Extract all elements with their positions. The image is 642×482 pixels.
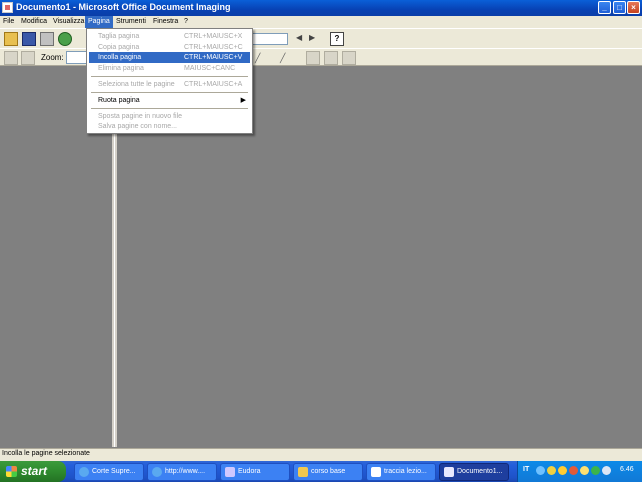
zoom-select[interactable] bbox=[66, 51, 88, 64]
menu-item-incolla-pagina[interactable]: Incolla pagina CTRL+MAIUSC+V bbox=[89, 52, 250, 63]
menu-strumenti[interactable]: Strumenti bbox=[113, 16, 149, 28]
comment-icon[interactable] bbox=[324, 51, 338, 65]
system-tray: IT 6.46 bbox=[517, 461, 642, 482]
window-title: Documento1 - Microsoft Office Document I… bbox=[16, 2, 231, 12]
text-box-icon[interactable] bbox=[306, 51, 320, 65]
zoom-label: Zoom: bbox=[41, 53, 64, 62]
menu-help[interactable]: ? bbox=[181, 16, 191, 28]
smiley-tray-icon[interactable] bbox=[558, 466, 567, 475]
menu-separator bbox=[91, 92, 248, 93]
maximize-button[interactable]: □ bbox=[613, 1, 626, 14]
pagina-dropdown-menu: Taglia pagina CTRL+MAIUSC+X Copia pagina… bbox=[86, 28, 253, 134]
menu-file[interactable]: File bbox=[0, 16, 17, 28]
menu-item-salva-pagine[interactable]: Salva pagine con nome... bbox=[89, 121, 250, 132]
menu-item-elimina-pagina[interactable]: Elimina pagina MAIUSC+CANC bbox=[89, 63, 250, 74]
folder-icon bbox=[298, 467, 308, 477]
status-text: Incolla le pagine selezionate bbox=[2, 450, 90, 457]
menu-item-seleziona-tutte[interactable]: Seleziona tutte le pagine CTRL+MAIUSC+A bbox=[89, 79, 250, 90]
help-icon[interactable]: ? bbox=[330, 32, 344, 46]
next-page-icon[interactable]: ▶ bbox=[309, 33, 315, 42]
menu-visualizza[interactable]: Visualizza bbox=[50, 16, 87, 28]
menu-separator bbox=[91, 108, 248, 109]
taskbar: start Corte Supre... http://www.... Eudo… bbox=[0, 461, 642, 482]
scan-icon[interactable] bbox=[58, 32, 72, 46]
open-icon[interactable] bbox=[4, 32, 18, 46]
taskbar-item-documento1[interactable]: Documento1... bbox=[439, 463, 509, 481]
volume-tray-icon[interactable] bbox=[602, 466, 611, 475]
title-bar: Documento1 - Microsoft Office Document I… bbox=[0, 0, 642, 16]
submenu-arrow-icon: ▶ bbox=[240, 97, 246, 104]
menu-bar: File Modifica Visualizza Pagina Strument… bbox=[0, 16, 642, 28]
print-icon[interactable] bbox=[40, 32, 54, 46]
doc-icon bbox=[371, 467, 381, 477]
taskbar-item-http[interactable]: http://www.... bbox=[147, 463, 217, 481]
modi-icon bbox=[444, 467, 454, 477]
windows-logo-icon bbox=[6, 466, 17, 477]
mail-icon bbox=[225, 467, 235, 477]
taskbar-item-eudora[interactable]: Eudora bbox=[220, 463, 290, 481]
hand-icon[interactable] bbox=[21, 51, 35, 65]
highlighter-icon[interactable]: ╱ bbox=[280, 53, 285, 64]
picture-icon[interactable] bbox=[342, 51, 356, 65]
pen-icon[interactable]: ╱ bbox=[255, 53, 260, 64]
taskbar-item-corso-base[interactable]: corso base bbox=[293, 463, 363, 481]
messenger-tray-icon[interactable] bbox=[547, 466, 556, 475]
menu-item-ruota-pagina[interactable]: Ruota pagina ▶ bbox=[89, 95, 250, 106]
network-tray-icon[interactable] bbox=[591, 466, 600, 475]
minimize-button[interactable]: _ bbox=[598, 1, 611, 14]
menu-item-taglia-pagina[interactable]: Taglia pagina CTRL+MAIUSC+X bbox=[89, 31, 250, 42]
previous-page-icon[interactable]: ◀ bbox=[296, 33, 302, 42]
save-icon[interactable] bbox=[22, 32, 36, 46]
smiley-tray-icon[interactable] bbox=[580, 466, 589, 475]
select-arrow-icon[interactable] bbox=[4, 51, 18, 65]
menu-separator bbox=[91, 76, 248, 77]
taskbar-item-traccia-lezione[interactable]: traccia lezio... bbox=[366, 463, 436, 481]
ie-icon bbox=[152, 467, 162, 477]
taskbar-item-corte-suprema[interactable]: Corte Supre... bbox=[74, 463, 144, 481]
close-button[interactable]: × bbox=[627, 1, 640, 14]
app-icon[interactable] bbox=[2, 2, 13, 13]
clock[interactable]: 6.46 bbox=[620, 466, 634, 473]
language-indicator[interactable]: IT bbox=[523, 466, 529, 473]
help-tray-icon[interactable] bbox=[536, 466, 545, 475]
security-tray-icon[interactable] bbox=[569, 466, 578, 475]
menu-modifica[interactable]: Modifica bbox=[18, 16, 50, 28]
menu-pagina[interactable]: Pagina bbox=[85, 16, 113, 28]
ie-icon bbox=[79, 467, 89, 477]
status-bar: Incolla le pagine selezionate bbox=[0, 448, 642, 461]
start-button[interactable]: start bbox=[0, 461, 66, 482]
menu-finestra[interactable]: Finestra bbox=[150, 16, 181, 28]
page-number-input[interactable] bbox=[250, 33, 288, 45]
